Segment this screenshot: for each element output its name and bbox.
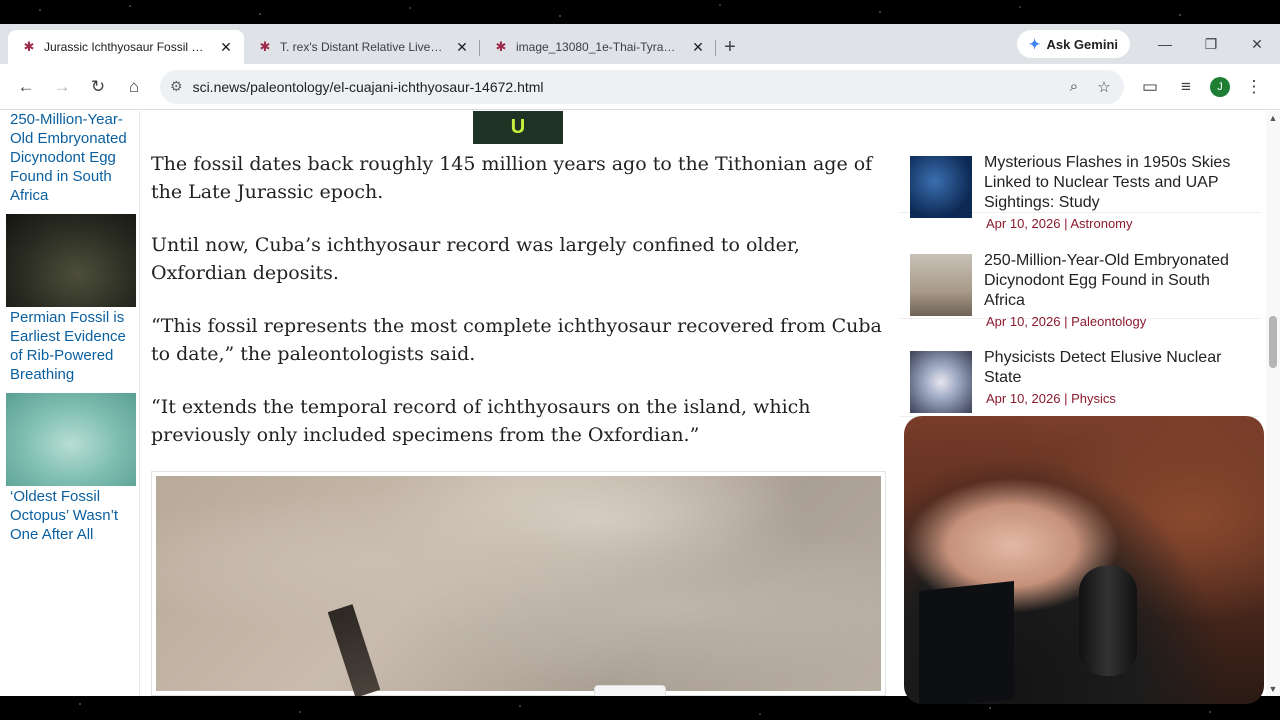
- site-info-icon[interactable]: ⚙: [170, 78, 183, 95]
- sidebar-thumbnail[interactable]: [6, 214, 136, 307]
- sci-news-favicon-icon: ✱: [259, 39, 271, 54]
- tab-image-thai-tyrannos[interactable]: ✱ image_13080_1e-Thai-Tyrannos ✕: [480, 30, 716, 64]
- forward-icon[interactable]: →: [44, 69, 80, 105]
- scrollbar-thumb[interactable]: [1269, 316, 1277, 368]
- related-article[interactable]: Mysterious Flashes in 1950s Skies Linked…: [900, 123, 1260, 231]
- browser-toolbar: ← → ↻ ⌂ ⚙ sci.news/paleontology/el-cuaja…: [0, 64, 1280, 110]
- url-text[interactable]: sci.news/paleontology/el-cuajani-ichthyo…: [193, 79, 1054, 95]
- fossil-photo-image: [156, 476, 881, 691]
- fossil-photo: [151, 471, 886, 696]
- zoom-icon[interactable]: ⌕: [1064, 78, 1084, 95]
- sci-news-favicon-icon: ✱: [495, 39, 507, 54]
- meta-separator: |: [1064, 391, 1068, 406]
- related-title[interactable]: Physicists Detect Elusive Nuclear State: [984, 348, 1234, 388]
- tab-title: T. rex's Distant Relative Lived in: [280, 40, 446, 54]
- article-paragraph: “This fossil represents the most complet…: [151, 315, 882, 365]
- sidebar-thumbnail[interactable]: [6, 393, 136, 486]
- scroll-down-arrow-icon[interactable]: ▼: [1268, 684, 1278, 694]
- related-title[interactable]: Mysterious Flashes in 1950s Skies Linked…: [984, 153, 1234, 213]
- minimize-icon[interactable]: —: [1142, 24, 1188, 64]
- related-meta: Apr 10, 2026 | Physics: [986, 391, 1116, 406]
- back-to-top-button[interactable]: ︿: [594, 685, 666, 696]
- close-window-icon[interactable]: ✕: [1234, 24, 1280, 64]
- window-controls: — ❐ ✕: [1142, 24, 1280, 64]
- sidebar-link[interactable]: Permian Fossil is Earliest Evidence of R…: [10, 308, 135, 384]
- media-controls-icon[interactable]: ≡: [1168, 69, 1204, 105]
- new-tab-button[interactable]: +: [716, 30, 744, 64]
- related-date: Apr 10, 2026: [986, 391, 1061, 406]
- tab-close-icon[interactable]: ✕: [690, 39, 706, 55]
- related-thumbnail[interactable]: [910, 156, 972, 218]
- bookmark-star-icon[interactable]: ☆: [1094, 78, 1114, 96]
- tab-title: Jurassic Ichthyosaur Fossil Found: [44, 40, 210, 54]
- address-bar[interactable]: ⚙ sci.news/paleontology/el-cuajani-ichth…: [160, 69, 1124, 104]
- inline-image: U: [473, 111, 563, 144]
- sidebar-link[interactable]: 250-Million-Year-Old Embryonated Dicynod…: [10, 111, 135, 205]
- page-scrollbar[interactable]: ▲ ▼: [1266, 111, 1280, 696]
- restore-icon[interactable]: ❐: [1188, 24, 1234, 64]
- tab-close-icon[interactable]: ✕: [218, 39, 234, 55]
- tab-t-rex-relative[interactable]: ✱ T. rex's Distant Relative Lived in ✕: [244, 30, 480, 64]
- sidebar-link[interactable]: ‘Oldest Fossil Octopus’ Wasn’t One After…: [10, 487, 135, 544]
- tab-jurassic-ichthyosaur[interactable]: ✱ Jurassic Ichthyosaur Fossil Found ✕: [8, 30, 244, 64]
- cast-icon[interactable]: ▭: [1132, 69, 1168, 105]
- left-sidebar: 250-Million-Year-Old Embryonated Dicynod…: [0, 111, 140, 696]
- menu-icon[interactable]: ⋮: [1236, 69, 1272, 105]
- tab-strip: ✱ Jurassic Ichthyosaur Fossil Found ✕ ✱ …: [0, 24, 1280, 64]
- scroll-up-arrow-icon[interactable]: ▲: [1268, 113, 1278, 123]
- related-category[interactable]: Physics: [1071, 391, 1116, 406]
- back-icon[interactable]: ←: [8, 69, 44, 105]
- ask-gemini-label: Ask Gemini: [1046, 36, 1118, 52]
- related-title[interactable]: 250-Million-Year-Old Embryonated Dicynod…: [984, 251, 1234, 311]
- webcam-overlay: [904, 416, 1264, 704]
- related-article[interactable]: Physicists Detect Elusive Nuclear State …: [900, 327, 1260, 417]
- webcam-monitor: [919, 581, 1014, 704]
- sci-news-favicon-icon: ✱: [23, 39, 35, 54]
- tab-title: image_13080_1e-Thai-Tyrannos: [516, 40, 682, 54]
- article-paragraph: Until now, Cuba’s ichthyosaur record was…: [151, 234, 800, 284]
- ask-gemini-button[interactable]: ✦ Ask Gemini: [1016, 30, 1130, 58]
- article-paragraph: “It extends the temporal record of ichth…: [151, 396, 811, 446]
- article-paragraph: The fossil dates back roughly 145 millio…: [151, 153, 873, 203]
- tab-close-icon[interactable]: ✕: [454, 39, 470, 55]
- home-icon[interactable]: ⌂: [116, 69, 152, 105]
- webcam-microphone: [1079, 566, 1137, 676]
- related-article[interactable]: 250-Million-Year-Old Embryonated Dicynod…: [900, 229, 1260, 329]
- sparkle-icon: ✦: [1028, 35, 1041, 52]
- related-thumbnail[interactable]: [910, 351, 972, 413]
- related-thumbnail[interactable]: [910, 254, 972, 316]
- profile-avatar[interactable]: J: [1210, 76, 1230, 97]
- reload-icon[interactable]: ↻: [80, 69, 116, 105]
